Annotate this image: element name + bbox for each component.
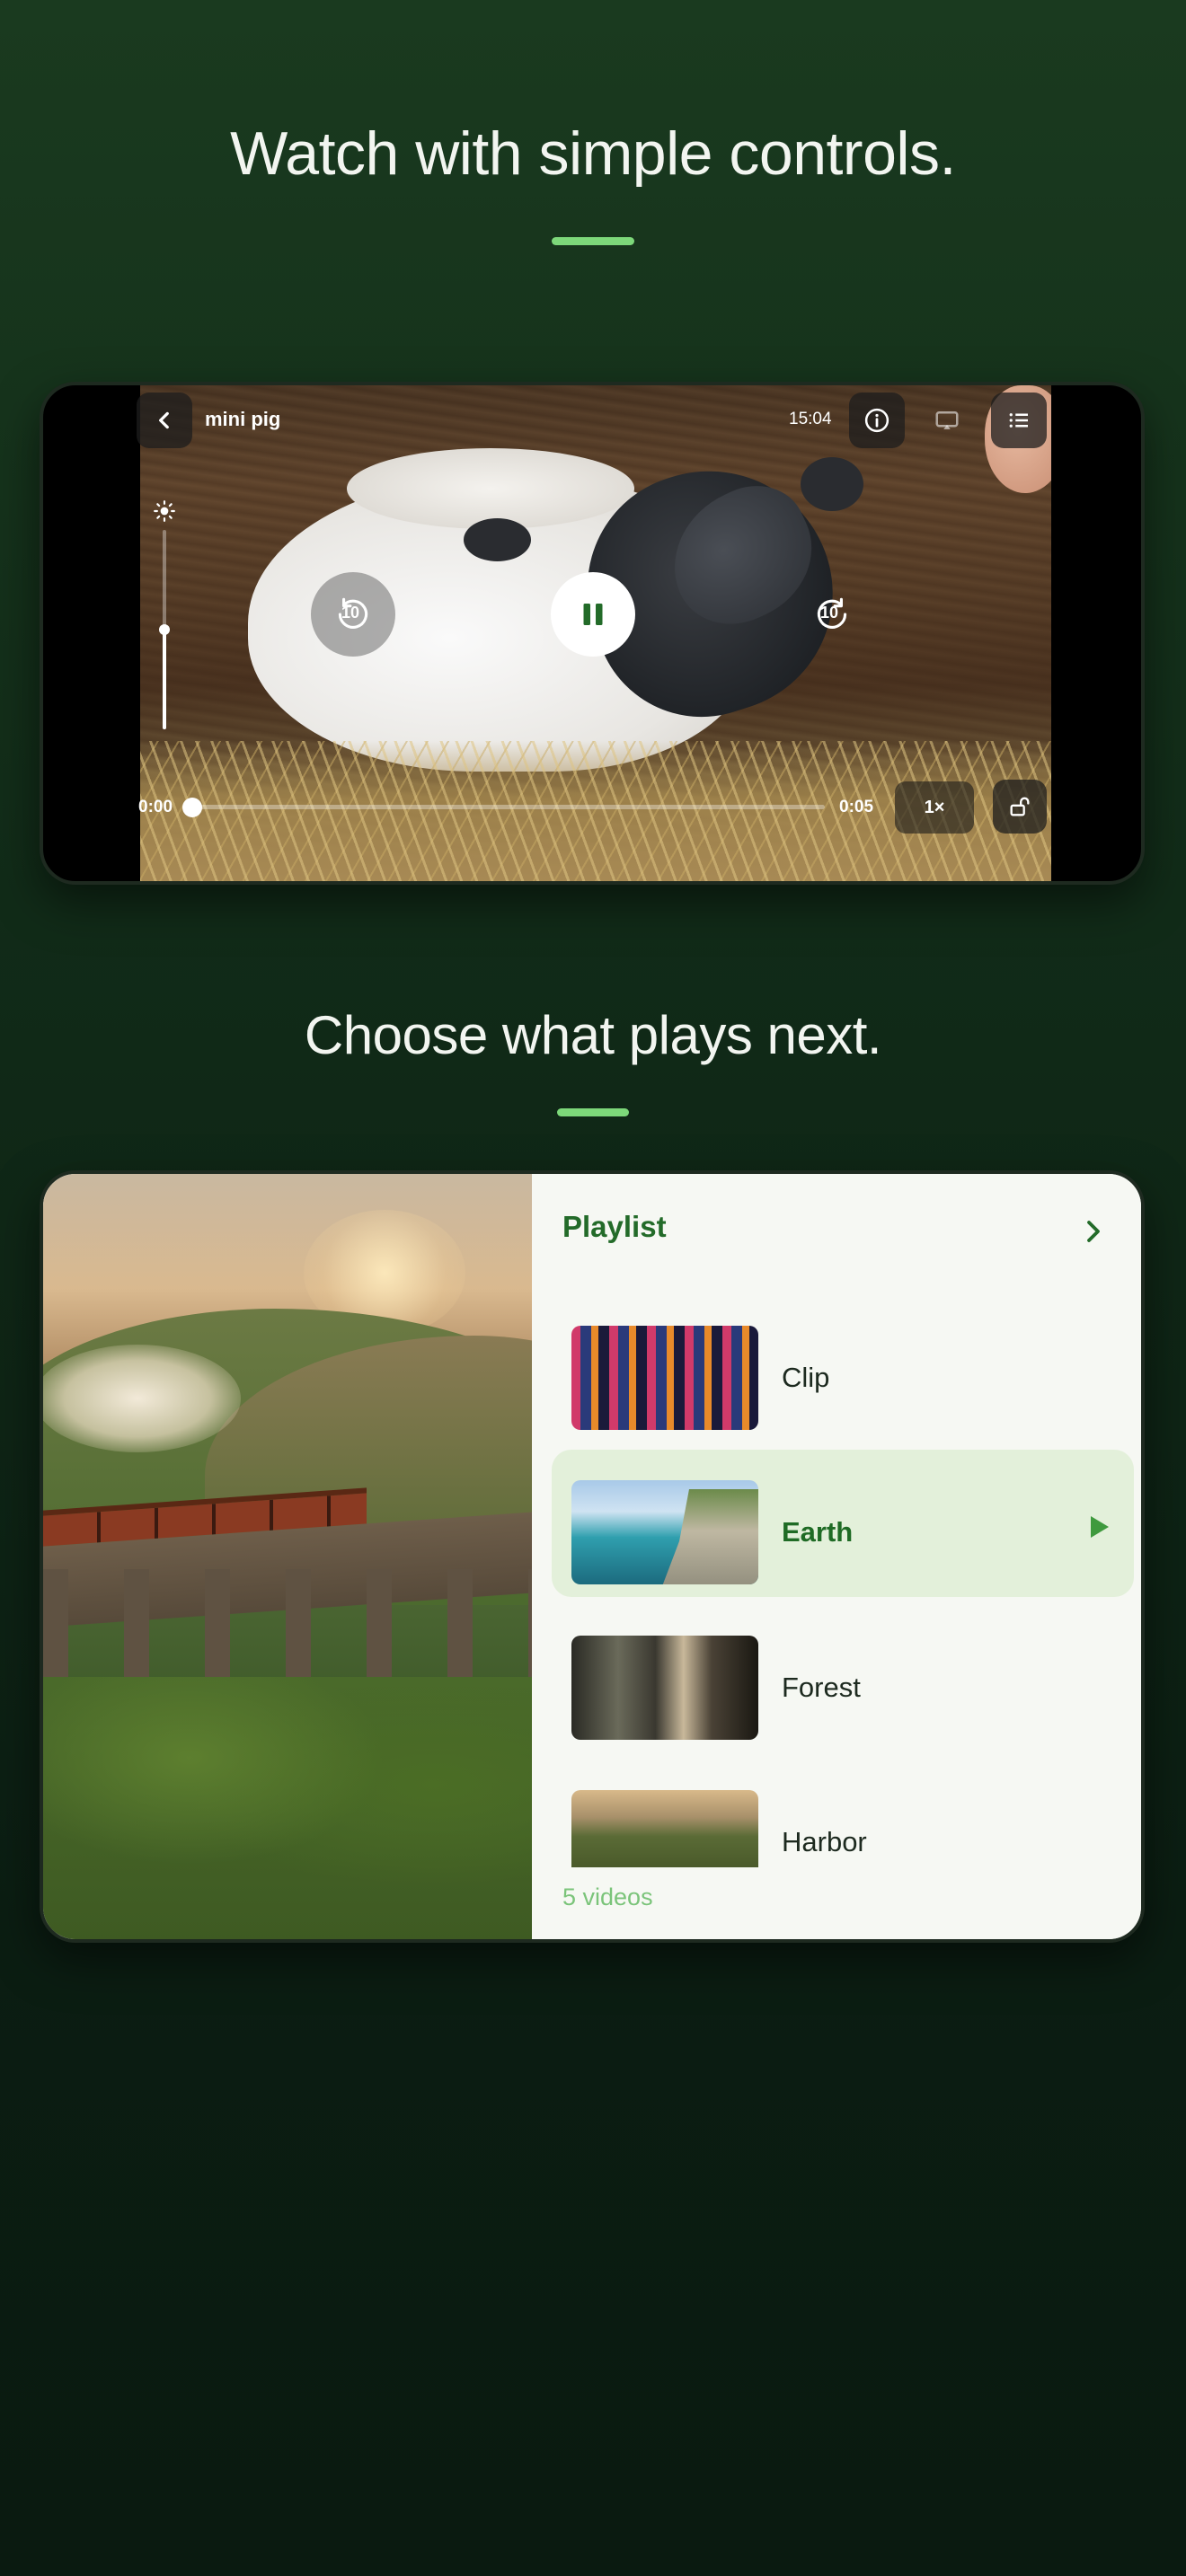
playlist-panel: Playlist Clip Earth Forest Harbor 5 vide… — [532, 1174, 1141, 1939]
playlist-expand-button[interactable] — [1075, 1213, 1111, 1249]
rewind-seconds-label: 10 — [341, 604, 360, 622]
playlist-item-label: Clip — [782, 1362, 830, 1393]
chevron-left-icon — [159, 411, 169, 429]
chevron-right-icon — [1087, 1221, 1100, 1242]
forward-10-button[interactable]: 10 — [790, 572, 874, 657]
forward-seconds-label: 10 — [820, 604, 839, 622]
harbor-thumbnail — [571, 1790, 758, 1867]
now-playing-preview[interactable] — [43, 1174, 532, 1939]
back-button[interactable] — [137, 393, 192, 448]
section1-headline: Watch with simple controls. — [230, 119, 956, 188]
now-playing-icon — [1091, 1516, 1109, 1538]
playlist-item-clip[interactable]: Clip — [552, 1295, 1134, 1442]
section1-accent-bar — [552, 237, 634, 245]
video-title: mini pig — [205, 408, 281, 430]
video-pig-snout — [801, 457, 863, 511]
playlist-button[interactable] — [991, 393, 1047, 448]
playlist-item-forest[interactable]: Forest — [552, 1605, 1134, 1752]
unlock-icon — [1010, 797, 1030, 816]
playlist-title: Playlist — [562, 1210, 667, 1243]
seek-bar-handle[interactable] — [182, 798, 202, 817]
brightness-slider-fill — [163, 629, 166, 729]
rewind-10-button[interactable]: 10 — [311, 572, 395, 657]
clock-time: 15:04 — [789, 410, 832, 428]
playlist-item-earth[interactable]: Earth — [552, 1450, 1134, 1597]
pause-button[interactable] — [551, 572, 635, 657]
playlist-item-label: Earth — [782, 1516, 854, 1548]
section2-accent-bar — [557, 1108, 629, 1116]
seek-bar[interactable] — [192, 805, 825, 809]
cast-icon — [935, 411, 959, 429]
brightness-slider-handle[interactable] — [159, 624, 170, 635]
playlist-item-harbor[interactable]: Harbor — [552, 1760, 1134, 1867]
info-button[interactable] — [849, 393, 905, 448]
playlist-count: 5 videos — [562, 1883, 653, 1910]
clip-thumbnail — [571, 1326, 758, 1430]
preview-steam — [43, 1345, 241, 1452]
forest-thumbnail — [571, 1636, 758, 1740]
brightness-icon — [153, 499, 176, 523]
duration-time: 0:05 — [839, 798, 874, 816]
tablet-mockup: Playlist Clip Earth Forest Harbor 5 vide… — [40, 1170, 1145, 1943]
current-time: 0:00 — [138, 798, 173, 816]
playlist-item-label: Harbor — [782, 1826, 867, 1857]
playlist-item-label: Forest — [782, 1672, 861, 1703]
lock-button[interactable] — [993, 780, 1047, 834]
list-icon — [1009, 413, 1028, 428]
earth-thumbnail — [571, 1480, 758, 1584]
preview-trees — [43, 1677, 532, 1939]
playback-speed-button[interactable]: 1× — [895, 781, 974, 834]
pause-icon — [583, 604, 603, 625]
info-icon — [864, 408, 890, 433]
video-pig-back — [347, 448, 634, 529]
video-pig-spot — [464, 518, 531, 561]
section2-headline: Choose what plays next. — [304, 1005, 882, 1065]
cast-button[interactable] — [919, 393, 975, 448]
